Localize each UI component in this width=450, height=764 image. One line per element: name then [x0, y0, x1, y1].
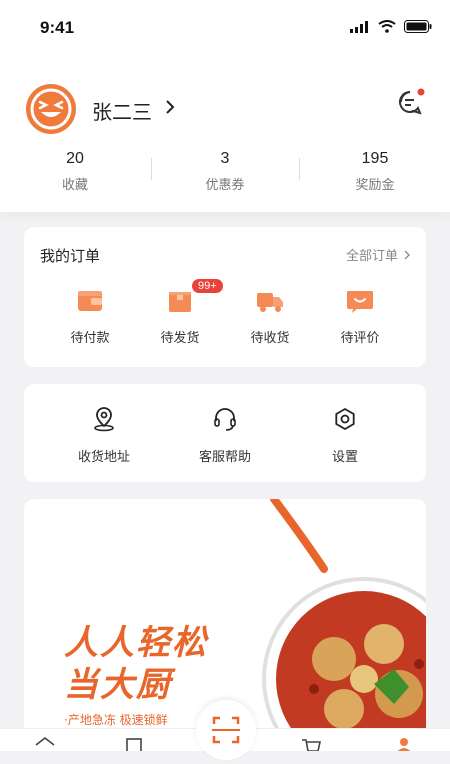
service-label: 收货地址 — [77, 450, 130, 465]
stat-value: 3 — [220, 150, 230, 167]
stat-label: 优惠券 — [205, 178, 245, 193]
stat-divider — [151, 158, 152, 180]
banner-caption: ·产地急冻 极速锁鲜 — [64, 713, 168, 727]
services-card: 收货地址 客服帮助 设置 — [24, 384, 426, 482]
wifi-icon — [378, 20, 396, 33]
stat-rewards[interactable]: 195 奖励金 — [300, 150, 450, 193]
order-pending-payment[interactable]: 待付款 — [45, 287, 135, 346]
stat-value: 20 — [66, 150, 84, 167]
headset-icon — [214, 408, 236, 431]
gear-icon — [335, 408, 355, 430]
home-tab-icon[interactable] — [34, 737, 56, 751]
orders-card: 我的订单 全部订单 待付款 99+ 待发货 待收货 待评价 — [24, 227, 426, 367]
box-icon — [169, 292, 191, 312]
status-time: 9:41 — [40, 18, 75, 37]
order-count-badge: 99+ — [192, 279, 223, 293]
view-all-orders-link[interactable]: 全部订单 — [346, 245, 410, 264]
wallet-icon — [78, 291, 102, 311]
stat-label: 收藏 — [61, 178, 88, 193]
scan-button[interactable] — [196, 700, 256, 760]
avatar-face-icon — [30, 88, 72, 130]
chevron-right-icon — [404, 250, 410, 259]
location-icon — [94, 407, 114, 432]
service-label: 设置 — [331, 450, 358, 465]
stat-value: 195 — [361, 150, 389, 167]
orders-title: 我的订单 — [40, 247, 101, 265]
review-icon — [347, 291, 373, 313]
stats-row: 20 收藏 3 优惠券 195 奖励金 — [0, 150, 450, 193]
profile-tab-icon[interactable] — [394, 737, 414, 751]
stat-coupons[interactable]: 3 优惠券 — [150, 150, 300, 193]
scan-icon — [212, 716, 240, 744]
profile-header: 9:41 张二三 20 收藏 3 优惠券 195 奖励金 — [0, 0, 450, 212]
stat-label: 奖励金 — [355, 178, 395, 193]
order-label: 待付款 — [70, 331, 110, 346]
category-tab-icon[interactable] — [124, 737, 144, 751]
chevron-right-icon[interactable] — [165, 96, 175, 118]
service-address[interactable]: 收货地址 — [64, 406, 144, 465]
order-label: 待发货 — [160, 331, 200, 346]
stat-favorites[interactable]: 20 收藏 — [0, 150, 150, 193]
service-customer-help[interactable]: 客服帮助 — [185, 406, 265, 465]
cart-tab-icon[interactable] — [300, 737, 322, 751]
order-pending-review[interactable]: 待评价 — [315, 287, 405, 346]
order-label: 待评价 — [340, 331, 380, 346]
username[interactable]: 张二三 — [92, 96, 152, 125]
truck-icon — [257, 293, 283, 312]
status-icons — [350, 20, 432, 33]
order-pending-shipment[interactable]: 99+ 待发货 — [135, 279, 225, 346]
order-label: 待收货 — [250, 331, 290, 346]
message-icon[interactable] — [396, 88, 426, 118]
view-all-label: 全部订单 — [345, 249, 398, 264]
food-bowl-image — [262, 577, 426, 750]
battery-icon — [404, 20, 432, 33]
avatar[interactable] — [26, 84, 76, 134]
order-pending-receipt[interactable]: 待收货 — [225, 287, 315, 346]
stat-divider — [299, 158, 300, 180]
status-bar: 9:41 — [0, 0, 450, 56]
service-label: 客服帮助 — [198, 450, 251, 465]
order-status-row: 待付款 99+ 待发货 待收货 待评价 — [24, 279, 426, 346]
signal-icon — [350, 20, 368, 33]
service-settings[interactable]: 设置 — [305, 406, 385, 465]
banner-headline-line2: 当大厨 — [64, 665, 172, 705]
